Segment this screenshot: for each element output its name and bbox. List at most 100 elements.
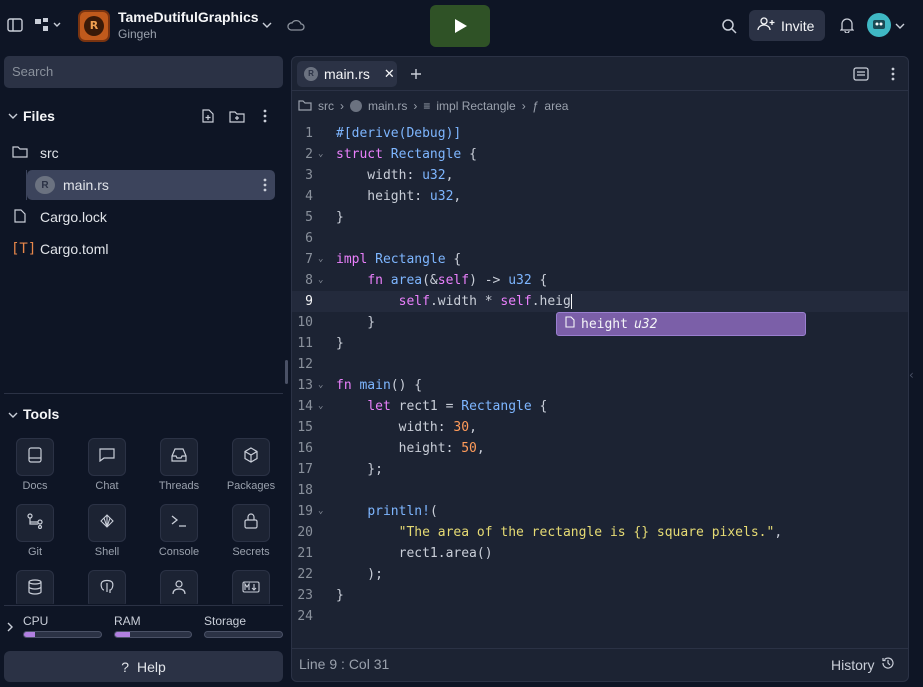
user-avatar[interactable]: [867, 13, 891, 37]
tool-chat-button[interactable]: [88, 438, 126, 476]
tool-label: Git: [27, 546, 43, 558]
app-title[interactable]: TameDutifulGraphics: [118, 9, 259, 25]
rust-icon: R: [35, 176, 55, 194]
tool-git-button[interactable]: [16, 504, 54, 542]
panel-more-icon[interactable]: [887, 66, 899, 82]
top-bar: R TameDutifulGraphics Gingeh Invite: [0, 0, 923, 52]
resize-handle[interactable]: [285, 360, 288, 384]
add-tab-icon[interactable]: [408, 66, 424, 82]
tool-threads-button[interactable]: [160, 438, 198, 476]
history-icon: [881, 656, 895, 673]
invite-label: Invite: [781, 17, 815, 34]
shell-icon: [99, 513, 115, 533]
breadcrumb-item[interactable]: impl Rectangle: [436, 99, 515, 113]
tab-label: main.rs: [324, 66, 370, 82]
function-icon: ƒ: [531, 99, 539, 113]
chevron-right-icon: ›: [521, 99, 526, 113]
tool-console-button[interactable]: [160, 504, 198, 542]
run-button[interactable]: [430, 5, 490, 47]
workspace-menu-icon[interactable]: [34, 16, 64, 34]
divider: [4, 605, 283, 606]
tool-secrets-button[interactable]: [232, 504, 270, 542]
file-tree-item-cargo-lock[interactable]: Cargo.lock: [4, 202, 283, 232]
add-user-icon: [757, 17, 775, 34]
history-button[interactable]: History: [831, 656, 895, 673]
chat-icon: [99, 448, 115, 466]
file-icon: [14, 208, 32, 226]
tool-markdown-button[interactable]: [232, 570, 270, 604]
divider: [292, 648, 908, 649]
rust-icon: [350, 100, 362, 112]
file-name: Cargo.lock: [40, 209, 107, 225]
invite-button[interactable]: Invite: [749, 10, 825, 41]
breadcrumb-item[interactable]: src: [318, 99, 334, 113]
tool-label: Docs: [22, 480, 48, 492]
cpu-label: CPU: [23, 614, 49, 628]
package-icon: [243, 447, 259, 467]
divider: [4, 393, 283, 394]
inbox-icon: [171, 448, 187, 466]
autocomplete-suggestion[interactable]: height u32: [556, 312, 806, 336]
tool-shell-button[interactable]: [88, 504, 126, 542]
cloud-icon: [286, 17, 306, 33]
field-icon: [565, 316, 575, 332]
close-icon[interactable]: ✕: [384, 66, 395, 82]
files-more-icon[interactable]: [258, 108, 272, 124]
search-input[interactable]: Search: [4, 56, 283, 88]
tools-collapse-icon[interactable]: [8, 409, 18, 424]
divider: [292, 90, 908, 91]
search-icon[interactable]: [720, 17, 738, 35]
folder-icon: [12, 145, 32, 161]
tools-row-clipped: [4, 570, 283, 604]
database-icon: [28, 579, 42, 599]
git-branch-icon: [27, 513, 43, 533]
chevron-right-icon: ›: [340, 99, 344, 113]
sidebar-toggle-icon[interactable]: [6, 16, 24, 34]
breadcrumb: src › main.rs › ≡ impl Rectangle › ƒ are…: [298, 97, 568, 115]
layout-icon[interactable]: [852, 66, 870, 82]
tool-label: Packages: [226, 480, 276, 492]
lock-icon: [244, 513, 258, 533]
tool-postgres-button[interactable]: [88, 570, 126, 604]
app-owner[interactable]: Gingeh: [118, 27, 157, 41]
chevron-right-icon: ›: [413, 99, 418, 113]
file-more-icon[interactable]: [263, 178, 267, 195]
terminal-icon: [171, 515, 187, 531]
tool-packages-button[interactable]: [232, 438, 270, 476]
file-tree-item-src[interactable]: src: [4, 138, 283, 168]
cpu-meter: [23, 631, 102, 638]
breadcrumb-item[interactable]: area: [544, 99, 568, 113]
chevron-down-icon[interactable]: [260, 18, 274, 32]
history-label: History: [831, 656, 875, 673]
breadcrumb-item[interactable]: main.rs: [368, 99, 407, 113]
help-label: Help: [137, 658, 166, 675]
book-icon: [28, 447, 42, 467]
ram-meter: [114, 631, 192, 638]
tool-database-button[interactable]: [16, 570, 54, 604]
new-folder-icon[interactable]: [228, 108, 246, 124]
new-file-icon[interactable]: [200, 108, 216, 124]
tool-label: Console: [158, 546, 200, 558]
files-collapse-icon[interactable]: [8, 110, 18, 125]
tool-label: Threads: [158, 480, 200, 492]
impl-icon: ≡: [423, 99, 431, 113]
file-name: src: [40, 145, 59, 161]
resources-expand-icon[interactable]: [6, 621, 14, 637]
tool-docs-button[interactable]: [16, 438, 54, 476]
file-tree-item-main-rs[interactable]: R main.rs: [27, 170, 275, 200]
bell-icon[interactable]: [838, 16, 856, 34]
suggestion-type: u32: [633, 316, 658, 332]
markdown-icon: [242, 581, 260, 597]
tool-auth-button[interactable]: [160, 570, 198, 604]
help-button[interactable]: ? Help: [4, 651, 283, 682]
ram-label: RAM: [114, 614, 141, 628]
app-avatar[interactable]: R: [78, 10, 110, 42]
collapse-panel-icon[interactable]: ‹: [909, 368, 914, 382]
file-tree-item-cargo-toml[interactable]: [T] Cargo.toml: [4, 234, 283, 264]
file-name: Cargo.toml: [40, 241, 109, 257]
storage-meter: [204, 631, 283, 638]
tool-label: Shell: [94, 546, 120, 558]
account-chevron-icon[interactable]: [894, 20, 906, 32]
suggestion-name: height: [581, 316, 628, 332]
tab-main-rs[interactable]: R main.rs ✕: [297, 61, 397, 87]
